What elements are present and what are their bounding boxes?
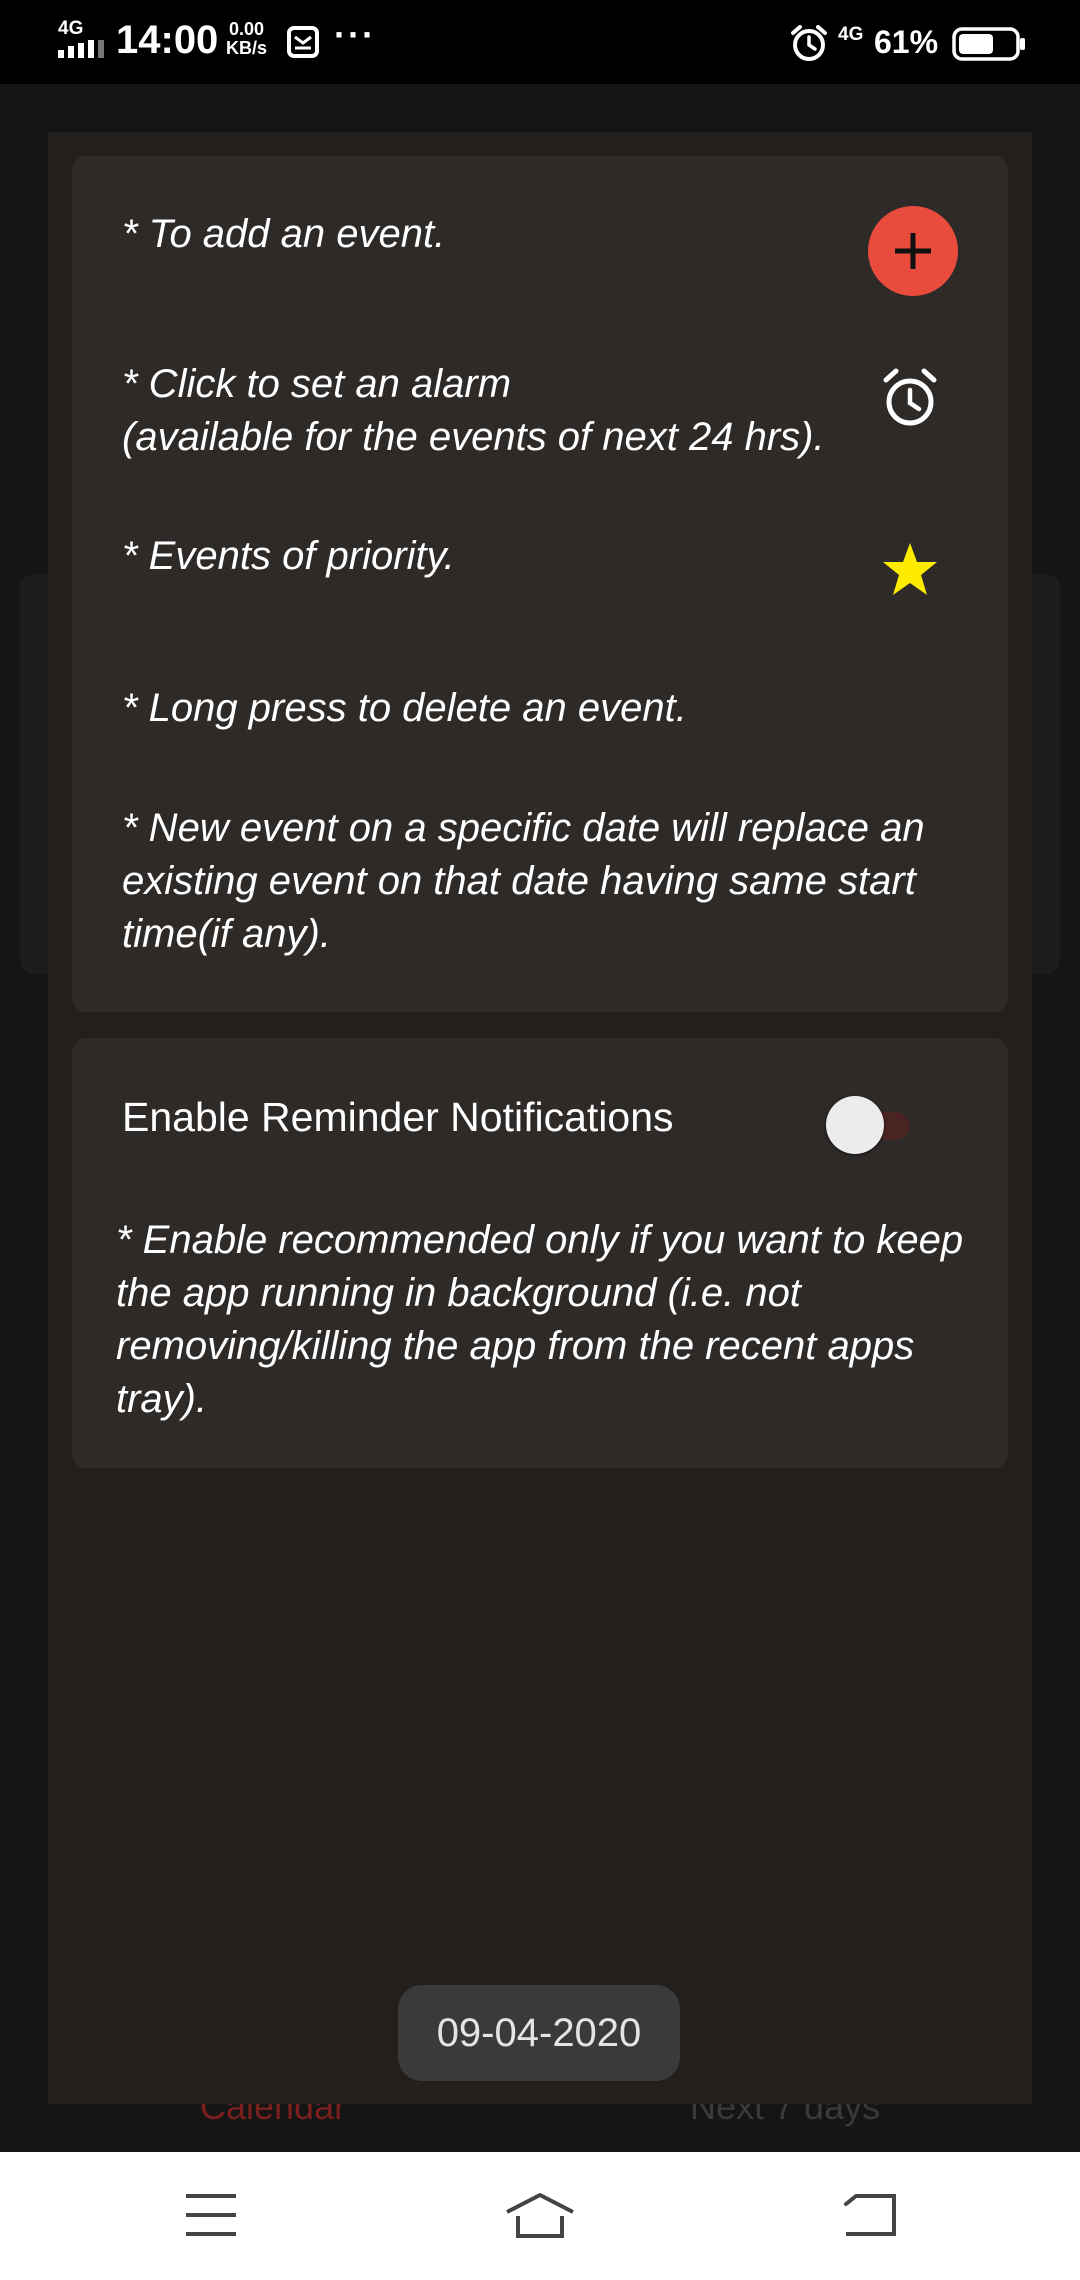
reminder-toggle[interactable] (826, 1094, 922, 1154)
speed-unit: KB/s (226, 38, 268, 58)
reminder-note: * Enable recommended only if you want to… (116, 1218, 964, 1421)
network-type: 4G (58, 18, 84, 39)
alarm-clock-icon[interactable] (880, 366, 940, 430)
add-icon (895, 233, 931, 269)
signal-icon (58, 40, 104, 58)
battery-icon (952, 27, 1025, 61)
network-speed: 0.00 KB/s (226, 20, 267, 58)
status-time: 14:00 (116, 18, 219, 62)
date-toast: 09-04-2020 (398, 1985, 680, 2081)
navigation-bar (0, 2152, 1080, 2280)
help-priority-text: * Events of priority. (122, 534, 455, 578)
star-icon[interactable] (880, 540, 940, 600)
speed-value: 0.00 (228, 19, 265, 39)
back-icon[interactable] (842, 2192, 896, 2238)
menu-icon[interactable] (184, 2192, 238, 2238)
add-event-button[interactable] (868, 206, 958, 296)
more-notifications: ··· (334, 14, 376, 55)
battery-percent: 61% (874, 24, 939, 60)
toggle-thumb (826, 1096, 884, 1154)
network-type-2: 4G (838, 24, 864, 45)
alarm-status-icon (791, 25, 827, 61)
help-dialog: * To add an event. * Click to set an ala… (48, 132, 1032, 2104)
home-icon[interactable] (504, 2192, 576, 2240)
help-card: * To add an event. * Click to set an ala… (72, 156, 1008, 1012)
reminder-card: Enable Reminder Notifications * Enable r… (72, 1038, 1008, 1468)
status-bar: 4G 14:00 0.00 KB/s ··· 4G 61% (0, 0, 1080, 84)
message-icon (287, 26, 319, 58)
help-delete-text: * Long press to delete an event. (122, 686, 687, 730)
reminder-label: Enable Reminder Notifications (122, 1094, 674, 1140)
help-alarm-text: * Click to set an alarm (available for t… (122, 362, 825, 459)
help-replace-text: * New event on a specific date will repl… (122, 806, 925, 956)
help-add-event-text: * To add an event. (122, 212, 446, 256)
